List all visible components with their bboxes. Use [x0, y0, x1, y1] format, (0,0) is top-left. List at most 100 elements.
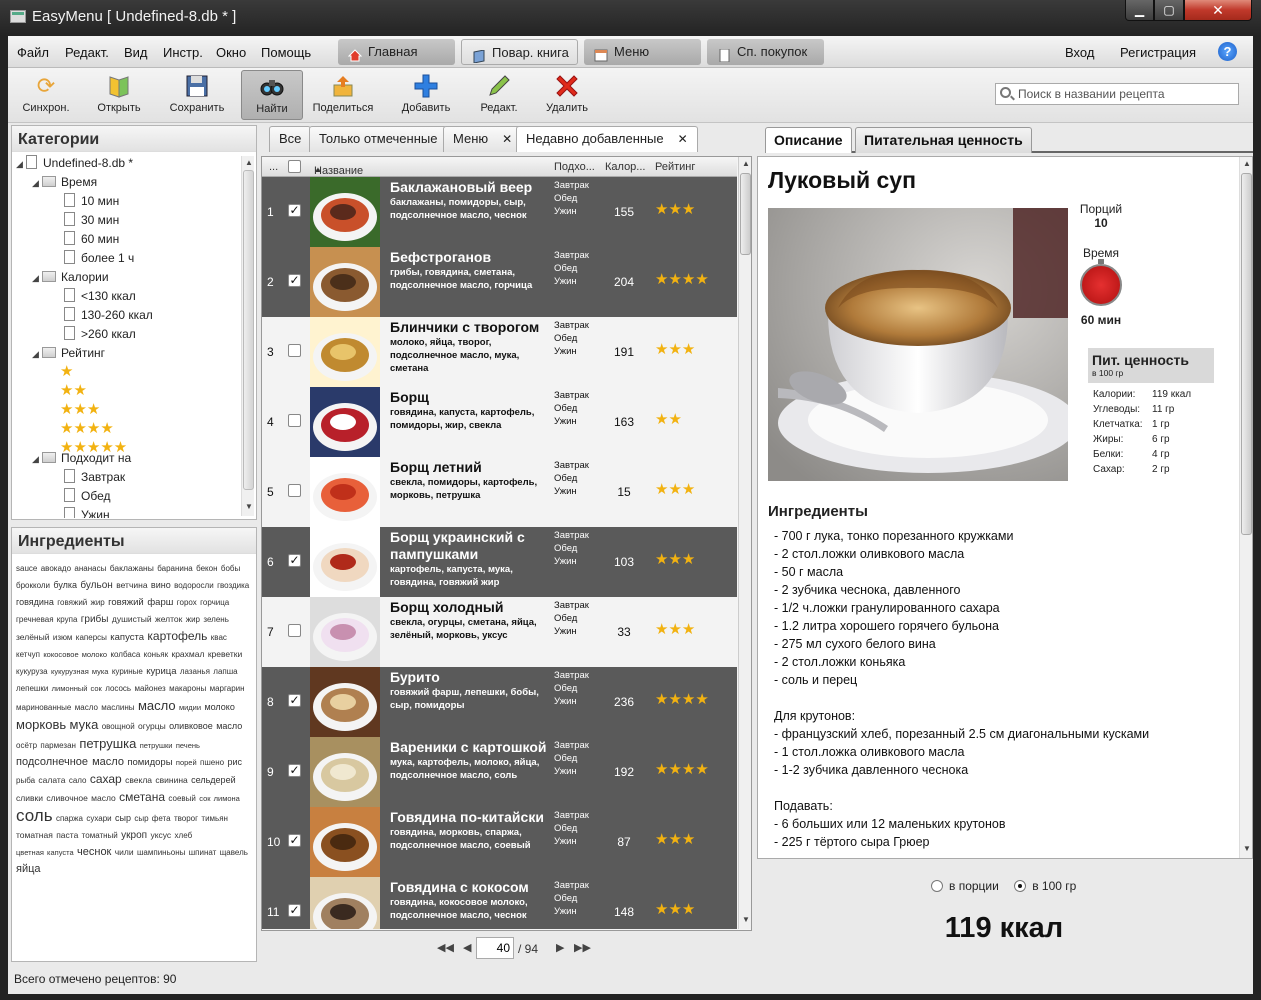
ingredient-tag[interactable]: гречневая крупа: [16, 615, 77, 624]
tree-rating-4[interactable]: ★★★★: [60, 420, 114, 439]
close-tab-icon[interactable]: ✕: [678, 132, 688, 146]
save-button[interactable]: Сохранить: [166, 70, 228, 120]
tree-suits-breakfast[interactable]: Завтрак: [64, 468, 125, 487]
ingredient-tag[interactable]: чили: [115, 847, 134, 857]
ingredient-tag[interactable]: сыр: [115, 813, 131, 823]
ingredient-tag[interactable]: горох: [177, 598, 197, 607]
tree-calories[interactable]: ◢ Калории: [32, 268, 109, 287]
ingredient-tag[interactable]: маслины: [101, 703, 134, 712]
ingredient-tag[interactable]: лепешки: [16, 684, 48, 693]
detail-scrollbar[interactable]: ▲ ▼: [1239, 157, 1252, 858]
ingredient-tag[interactable]: помидоры: [127, 757, 172, 768]
tree-time-30[interactable]: 30 мин: [64, 211, 119, 230]
row-checkbox[interactable]: ✓: [288, 204, 301, 217]
ingredient-tag[interactable]: бульон: [80, 580, 112, 591]
sync-button[interactable]: ⟳ Синхрон.: [15, 70, 77, 120]
ingredient-tag[interactable]: пармезан: [40, 741, 76, 750]
open-button[interactable]: Открыть: [88, 70, 150, 120]
ingredient-tag[interactable]: хлеб: [175, 831, 193, 840]
ingredient-tag[interactable]: оливковое масло: [169, 721, 242, 731]
ingredient-tag[interactable]: печень: [176, 741, 200, 750]
ingredient-tag[interactable]: спаржа: [56, 814, 83, 823]
ingredient-tag[interactable]: ананасы: [74, 564, 106, 573]
login-link[interactable]: Вход: [1065, 45, 1094, 60]
menu-help[interactable]: Помощь: [261, 45, 311, 60]
scroll-thumb[interactable]: [1241, 173, 1252, 535]
ingredient-tag[interactable]: говяжий жир: [57, 598, 104, 607]
table-row[interactable]: 10 ✓ Говядина по-китайски говядина, морковь…: [262, 807, 737, 877]
ingredient-tag[interactable]: сухари: [86, 814, 111, 823]
scroll-thumb[interactable]: [740, 173, 751, 255]
edit-button[interactable]: Редакт.: [468, 70, 530, 120]
row-checkbox[interactable]: [288, 414, 301, 427]
menu-window[interactable]: Окно: [216, 45, 246, 60]
ingredient-tag[interactable]: мидии: [179, 703, 201, 712]
ingredient-tag[interactable]: яйца: [16, 863, 41, 875]
ingredient-tag[interactable]: сметана: [119, 790, 165, 804]
ingredient-tag[interactable]: масло: [75, 703, 98, 712]
tree-cal-mid[interactable]: 130-260 ккал: [64, 306, 153, 325]
ingredient-tag[interactable]: майонез: [134, 684, 165, 693]
table-row[interactable]: 3 Блинчики с творогом молоко, яйца, творог…: [262, 317, 737, 387]
table-row[interactable]: 4 Борщ говядина, капуста, картофель, помид…: [262, 387, 737, 457]
ingredient-tag[interactable]: лапша: [213, 667, 237, 676]
ingredient-tag[interactable]: сельдерей: [191, 775, 235, 785]
search-input[interactable]: Поиск в названии рецепта: [995, 83, 1239, 105]
ingredient-tag[interactable]: брокколи: [16, 581, 50, 590]
ingredient-tag[interactable]: кокосовое молоко: [43, 650, 107, 659]
table-row[interactable]: 9 ✓ Вареники с картошкой мука, картофель, м…: [262, 737, 737, 807]
ingredient-tag[interactable]: желток: [155, 614, 182, 624]
ingredient-tag[interactable]: сок лимона: [199, 794, 240, 803]
ingredient-tag[interactable]: креветки: [208, 649, 242, 659]
ingredient-tag[interactable]: осётр: [16, 741, 37, 750]
row-checkbox[interactable]: ✓: [288, 764, 301, 777]
row-checkbox[interactable]: ✓: [288, 274, 301, 287]
ingredient-tag[interactable]: лимонный сок: [52, 684, 102, 693]
ingredient-tag[interactable]: каперсы: [76, 633, 107, 642]
ingredient-tag[interactable]: жир: [186, 615, 200, 624]
ingredient-tag[interactable]: рис: [228, 757, 243, 767]
ingredient-tag[interactable]: коньяк: [144, 650, 168, 659]
prev-page-icon[interactable]: ◀: [463, 941, 471, 954]
ingredient-tag[interactable]: морковь: [16, 717, 66, 732]
ingredient-tag[interactable]: ветчина: [116, 580, 147, 590]
ingredient-tag[interactable]: щавель: [220, 848, 248, 857]
ingredient-tag[interactable]: куриные: [112, 667, 143, 676]
ingredient-tag[interactable]: сало: [69, 776, 87, 785]
ingredient-tag[interactable]: шпинат: [189, 848, 217, 857]
nav-shopping[interactable]: Сп. покупок: [707, 39, 824, 65]
categories-scrollbar[interactable]: ▲ ▼: [241, 156, 254, 516]
tab-all[interactable]: Все: [269, 126, 312, 152]
ingredient-tag[interactable]: картофель: [147, 629, 207, 643]
tree-cal-high[interactable]: >260 ккал: [64, 325, 136, 344]
ingredient-tag[interactable]: тимьян: [201, 814, 228, 823]
ingredient-tag[interactable]: петрушки: [140, 741, 173, 750]
close-button[interactable]: ✕: [1184, 0, 1252, 21]
tree-rating-1[interactable]: ★: [60, 363, 73, 382]
ingredient-tag[interactable]: томатный: [82, 831, 118, 840]
tab-marked[interactable]: Только отмеченные: [309, 126, 448, 152]
ingredient-tag[interactable]: огурцы: [138, 721, 166, 731]
grid-scrollbar[interactable]: ▲ ▼: [738, 157, 751, 929]
row-checkbox[interactable]: [288, 624, 301, 637]
ingredient-tag[interactable]: укроп: [121, 830, 147, 841]
menu-edit[interactable]: Редакт.: [65, 45, 109, 60]
help-icon[interactable]: ?: [1218, 42, 1237, 61]
ingredient-tag[interactable]: вино: [151, 580, 171, 590]
unit-100g-option[interactable]: в 100 гр: [1014, 879, 1076, 893]
close-tab-icon[interactable]: ✕: [502, 132, 512, 146]
next-page-icon[interactable]: ▶: [556, 941, 564, 954]
table-row[interactable]: 11 ✓ Говядина с кокосом говядина, кокосовое…: [262, 877, 737, 929]
table-row[interactable]: 1 ✓ Баклажановый веер баклажаны, помидоры, …: [262, 177, 737, 247]
tree-rating[interactable]: ◢ Рейтинг: [32, 344, 105, 363]
row-checkbox[interactable]: ✓: [288, 904, 301, 917]
col-dots[interactable]: ...: [269, 161, 278, 173]
tree-time-more[interactable]: более 1 ч: [64, 249, 134, 268]
scroll-thumb[interactable]: [243, 170, 254, 490]
ingredient-tag[interactable]: зелень: [203, 615, 228, 624]
ingredient-tag[interactable]: курица: [146, 666, 176, 677]
minimize-button[interactable]: ▁: [1125, 0, 1154, 21]
ingredient-tag[interactable]: авокадо: [41, 564, 71, 573]
ingredient-tag[interactable]: баранина: [157, 564, 193, 573]
ingredient-tag[interactable]: маргарин: [210, 684, 245, 693]
